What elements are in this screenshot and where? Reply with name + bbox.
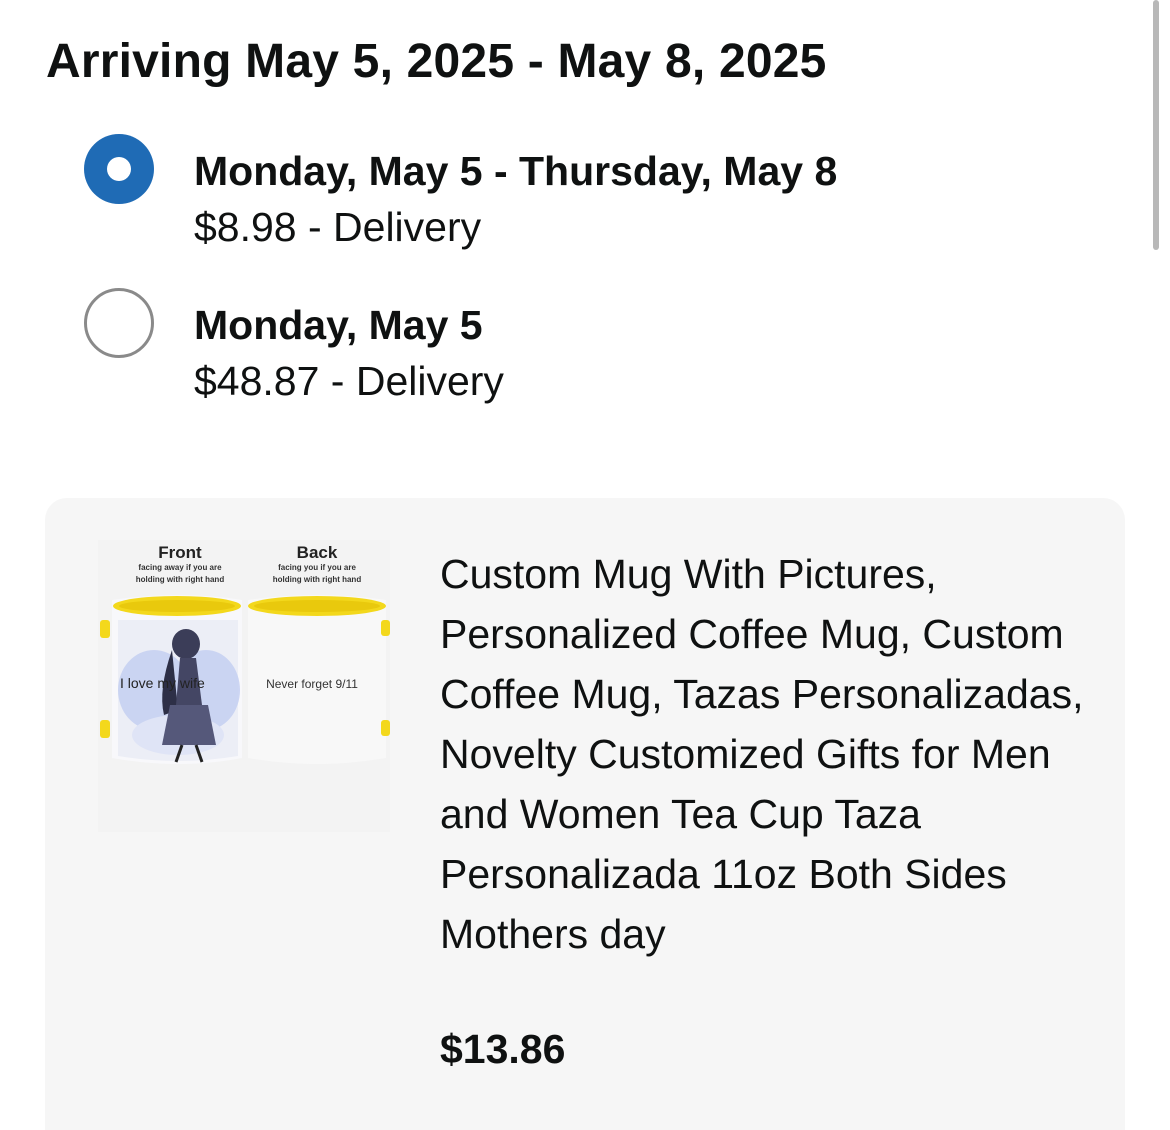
delivery-option-date: Monday, May 5 — [194, 302, 483, 348]
radio-button-unselected[interactable] — [84, 288, 154, 358]
radio-button-selected[interactable] — [84, 134, 154, 204]
delivery-option-fast[interactable]: Monday, May 5 $48.87 - Delivery — [84, 288, 1084, 418]
back-mug-text: Never forget 9/11 — [266, 677, 358, 691]
delivery-page: Arriving May 5, 2025 - May 8, 2025 Monda… — [0, 0, 1170, 1130]
delivery-option-date: Monday, May 5 - Thursday, May 8 — [194, 148, 838, 194]
front-caption-line-2: holding with right hand — [136, 575, 225, 584]
arrival-heading: Arriving May 5, 2025 - May 8, 2025 — [46, 35, 827, 88]
delivery-option-price: $48.87 - Delivery — [194, 358, 504, 404]
back-mug-illustration: Never forget 9/11 — [248, 595, 390, 764]
front-mug-text: I love my wife — [120, 675, 205, 691]
front-label: Front — [158, 543, 202, 562]
delivery-option-standard[interactable]: Monday, May 5 - Thursday, May 8 $8.98 - … — [84, 134, 1084, 264]
delivery-option-price: $8.98 - Delivery — [194, 204, 482, 250]
product-image[interactable]: Front facing away if you are holding wit… — [98, 540, 390, 832]
back-label: Back — [297, 543, 338, 562]
front-mug-illustration: I love my wife — [100, 595, 242, 764]
mug-preview-image: Front facing away if you are holding wit… — [98, 540, 390, 832]
back-caption-line-1: facing you if you are — [278, 563, 356, 572]
back-caption-line-2: holding with right hand — [273, 575, 362, 584]
product-title[interactable]: Custom Mug With Pictures, Personalized C… — [440, 544, 1090, 964]
scrollbar[interactable] — [1153, 0, 1159, 250]
front-caption-line-1: facing away if you are — [138, 563, 222, 572]
product-price: $13.86 — [440, 1026, 566, 1072]
